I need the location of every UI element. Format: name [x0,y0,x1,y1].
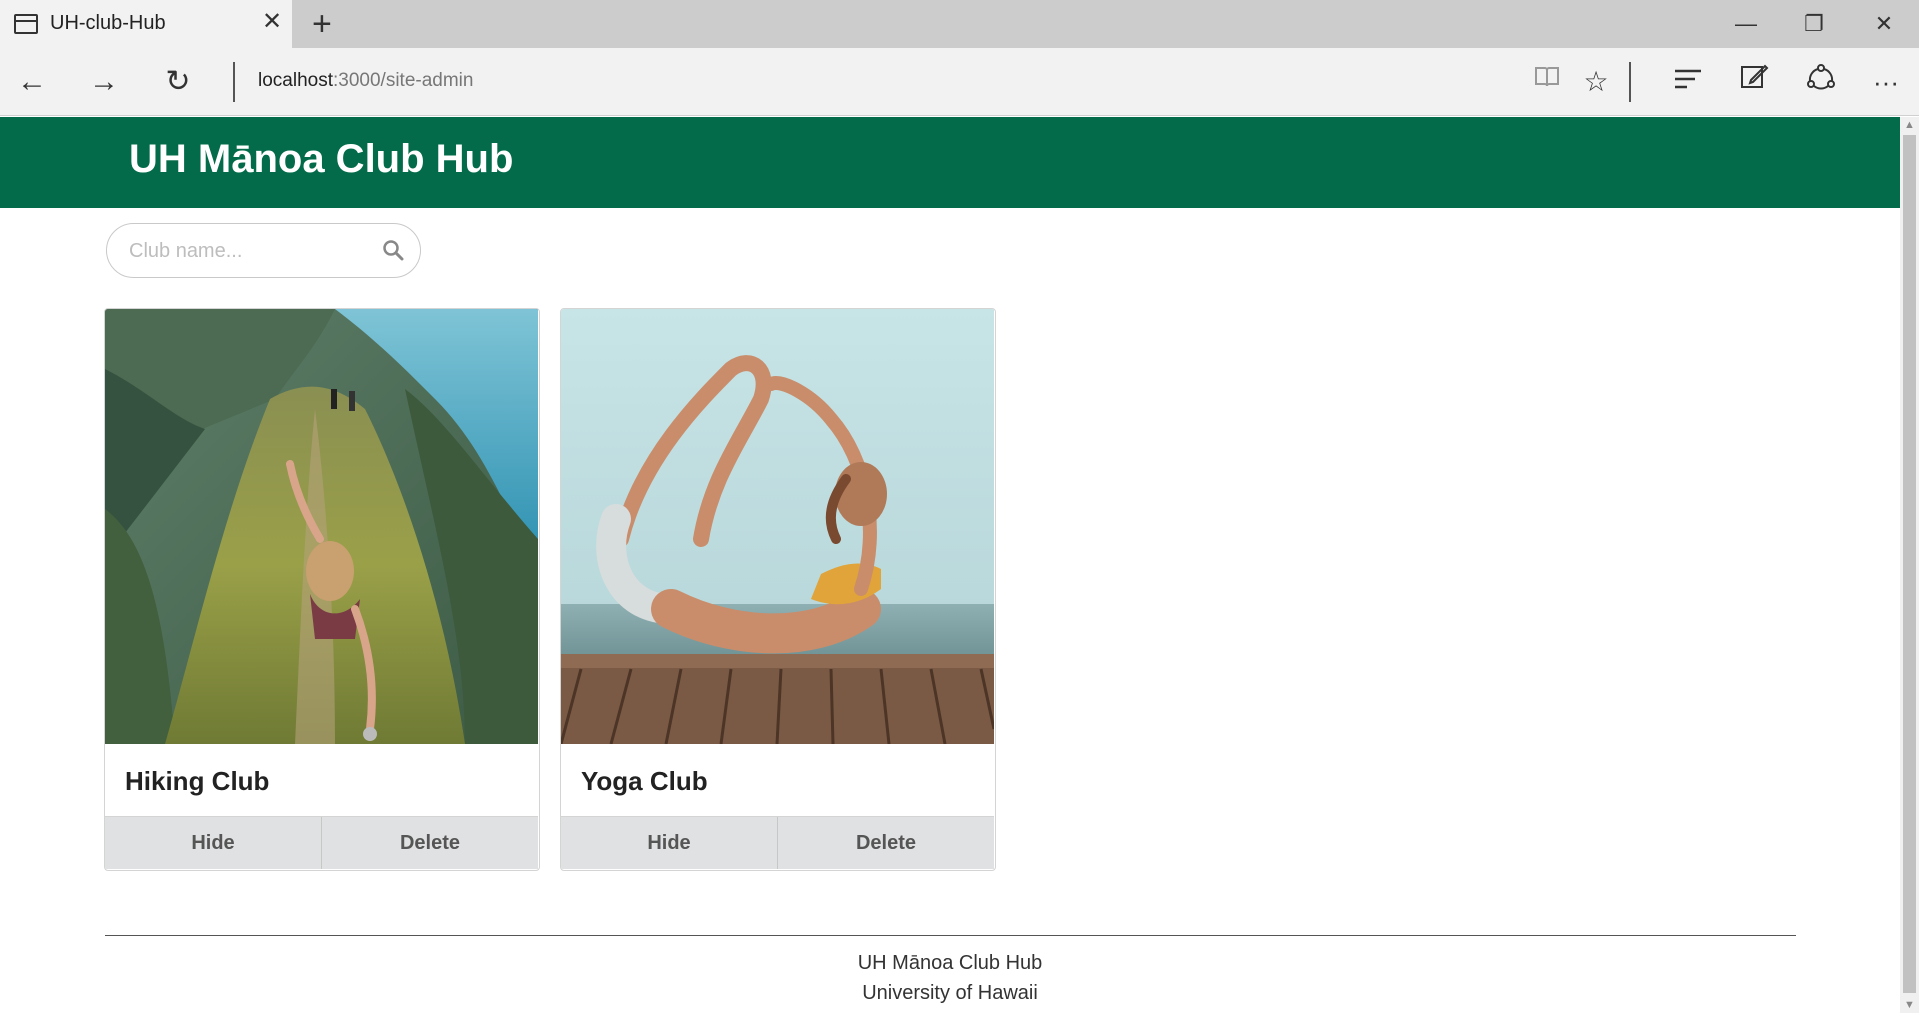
address-bar: ← → ↻ localhost:3000/site-admin ☆ ··· [0,48,1919,116]
arrow-left-icon[interactable]: ← [12,62,52,102]
toolbar-divider [1629,62,1631,102]
search-icon[interactable] [382,239,404,261]
minimize-icon[interactable]: — [1712,0,1780,48]
star-icon[interactable]: ☆ [1576,62,1616,102]
club-name[interactable]: Hiking Club [125,766,269,797]
search-box[interactable] [106,223,421,278]
scrollbar-thumb[interactable] [1903,135,1916,993]
url-host: localhost [258,70,333,91]
close-window-icon[interactable]: ✕ [1850,0,1918,48]
delete-button[interactable]: Delete [321,817,538,869]
close-tab-icon[interactable]: ✕ [262,10,282,34]
page-scrollbar[interactable]: ▲ ▼ [1900,117,1919,1013]
footer-university: University of Hawaii [862,982,1038,1004]
restore-icon[interactable]: ❐ [1780,0,1848,48]
scroll-down-icon[interactable]: ▼ [1904,999,1915,1011]
footer-site-name: UH Mānoa Club Hub [857,952,1043,974]
url-field[interactable]: localhost:3000/site-admin [258,70,473,92]
club-name[interactable]: Yoga Club [581,766,708,797]
hub-icon[interactable] [1668,62,1708,102]
yoga-club-image [561,309,994,744]
browser-tab[interactable]: UH-club-Hub ✕ [0,0,292,48]
url-path: :3000/site-admin [333,70,474,91]
new-tab-button[interactable]: + [312,6,332,42]
arrow-right-icon[interactable]: → [84,62,124,102]
browser-tab-bar: UH-club-Hub ✕ + — ❐ ✕ [0,0,1919,48]
delete-button[interactable]: Delete [777,817,994,869]
search-input[interactable] [129,236,369,266]
club-card: Hiking Club Hide Delete [104,308,540,871]
scroll-up-icon[interactable]: ▲ [1904,119,1915,131]
card-actions: Hide Delete [561,816,994,869]
site-header: UH Mānoa Club Hub [0,117,1900,208]
hiking-club-image [105,309,538,744]
club-card: Yoga Club Hide Delete [560,308,996,871]
book-icon[interactable] [1527,62,1567,102]
share-icon[interactable] [1801,62,1841,102]
pen-note-icon[interactable] [1734,62,1774,102]
page-viewport: UH Mānoa Club Hub Club name... Hiking Cl… [0,117,1900,1013]
page-icon [14,14,38,34]
more-icon[interactable]: ··· [1866,62,1906,102]
refresh-icon[interactable]: ↻ [158,62,198,102]
hide-button[interactable]: Hide [105,817,321,869]
site-title[interactable]: UH Mānoa Club Hub [129,137,513,182]
footer-divider [105,935,1796,936]
hide-button[interactable]: Hide [561,817,777,869]
card-actions: Hide Delete [105,816,538,869]
address-divider [233,62,235,102]
tab-title: UH-club-Hub [50,12,166,34]
